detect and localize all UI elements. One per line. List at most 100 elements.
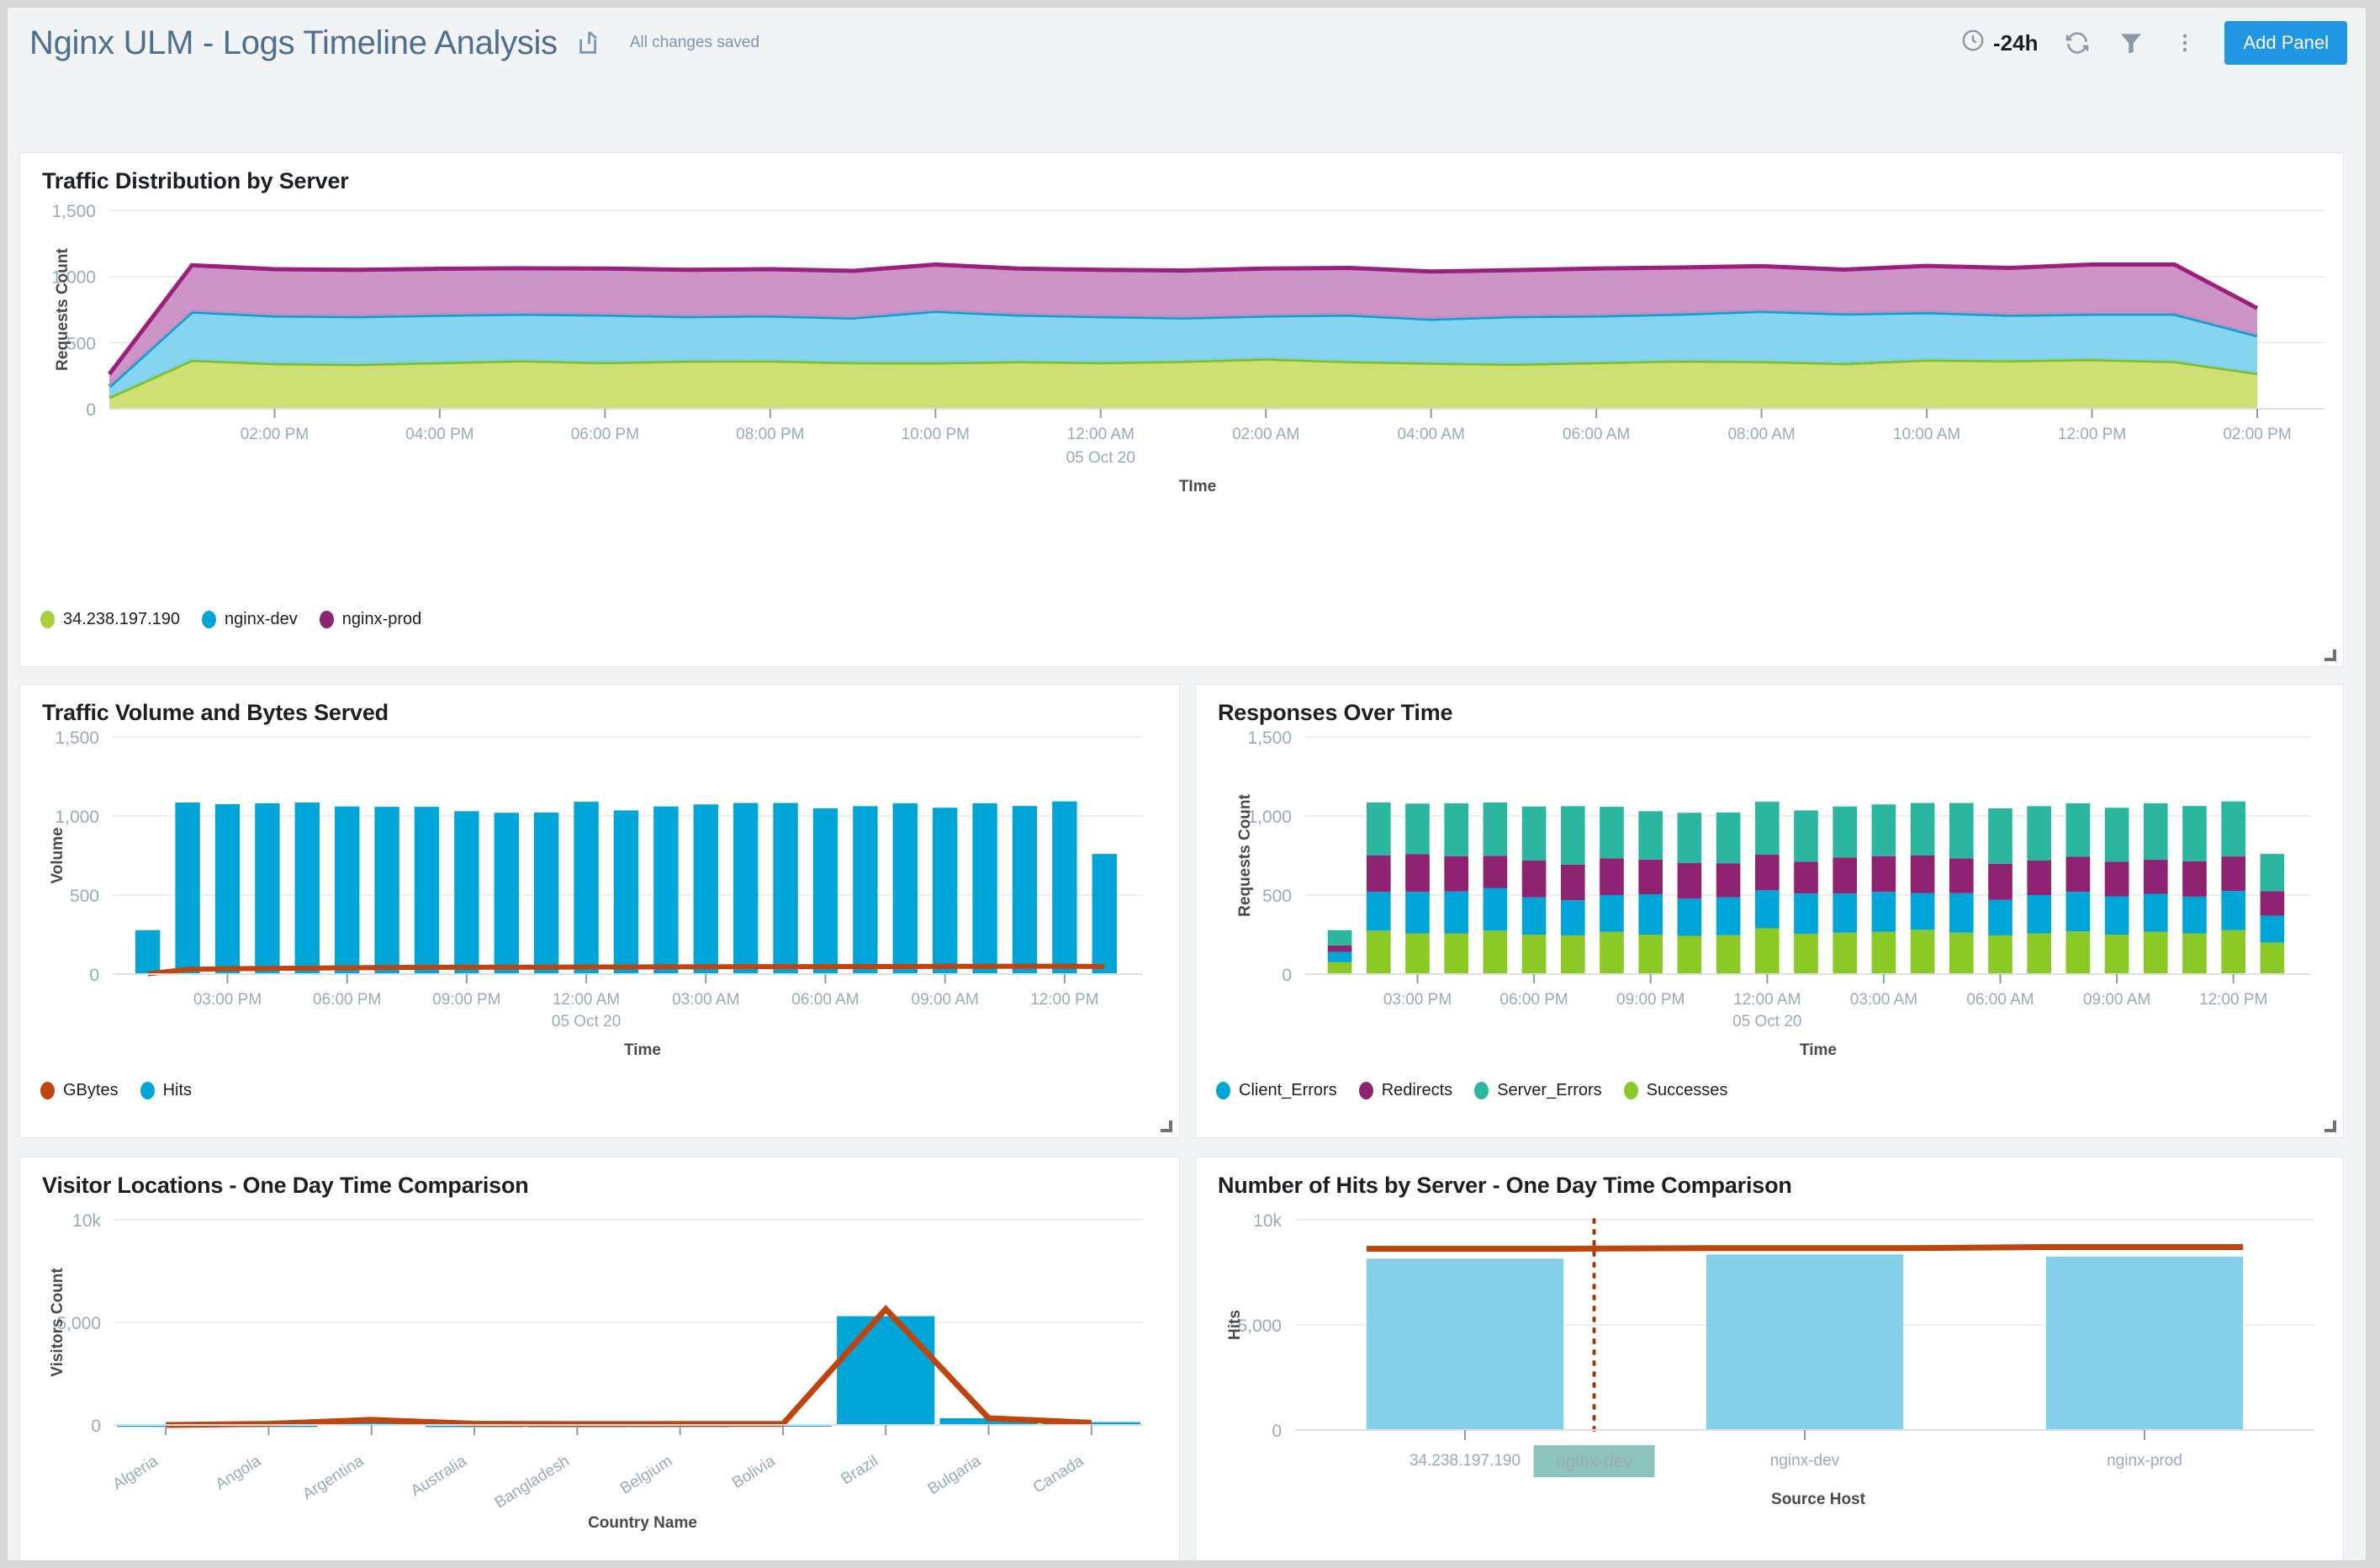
more-vertical-icon[interactable] [2161, 19, 2209, 67]
combo-chart: 05,00010kAlgeria Angola Argentina Australia… [49, 1211, 1143, 1532]
svg-text:34.238.197.190: 34.238.197.190 [1409, 1452, 1521, 1470]
svg-text:06:00 PM: 06:00 PM [1499, 991, 1568, 1009]
svg-text:03:00 AM: 03:00 AM [1850, 991, 1917, 1009]
clock-icon [1960, 28, 1986, 59]
bar-chart: 0 500 1,000 1,500 03:00 PM 06:00 PM 09:00 PM 12… [49, 728, 1143, 1059]
legend-item[interactable]: Successes [1623, 1081, 1728, 1100]
svg-text:Bulgaria: Bulgaria [925, 1452, 985, 1498]
svg-text:10:00 AM: 10:00 AM [1893, 426, 1960, 443]
svg-text:03:00 AM: 03:00 AM [672, 991, 739, 1009]
legend-swatch [1358, 1082, 1373, 1099]
legend-item[interactable]: 34.238.197.190 [40, 610, 180, 629]
time-range-label: -24h [1993, 29, 2039, 56]
svg-text:Bangladesh: Bangladesh [492, 1452, 573, 1512]
header-toolbar: -24h Add Panel [1950, 19, 2347, 67]
panel-traffic-distribution: Traffic Distribution by Server 0 500 1,000… [19, 152, 2344, 667]
panel-resize-handle[interactable] [2321, 1117, 2336, 1132]
time-range-button[interactable]: -24h [1950, 23, 2048, 64]
svg-text:Visitors Count: Visitors Count [49, 1268, 66, 1377]
svg-text:TIme: TIme [1179, 478, 1216, 495]
legend-swatch [319, 611, 334, 628]
svg-text:nginx-dev: nginx-dev [1556, 1452, 1633, 1471]
svg-text:09:00 PM: 09:00 PM [432, 991, 500, 1009]
filter-icon[interactable] [2107, 19, 2155, 67]
page-title: Nginx ULM - Logs Timeline Analysis [29, 24, 558, 61]
svg-text:500: 500 [1262, 887, 1292, 906]
svg-text:Volume: Volume [49, 827, 66, 883]
legend-item[interactable]: Server_Errors [1474, 1081, 1602, 1100]
svg-text:Canada: Canada [1030, 1452, 1087, 1496]
svg-text:04:00 AM: 04:00 AM [1398, 426, 1465, 443]
legend-label: nginx-dev [225, 610, 298, 628]
svg-text:05 Oct 20: 05 Oct 20 [552, 1013, 621, 1030]
save-status: All changes saved [629, 34, 760, 51]
svg-text:Source Host: Source Host [1771, 1491, 1866, 1508]
svg-text:Country Name: Country Name [588, 1514, 697, 1532]
legend-item[interactable]: Redirects [1358, 1081, 1452, 1100]
svg-text:Argentina: Argentina [299, 1452, 367, 1503]
share-icon[interactable] [576, 29, 605, 57]
stacked-bar-chart: 0 500 1,000 1,500 03:00 PM 06:00 PM 09:00 PM 12… [1236, 728, 2310, 1059]
svg-text:12:00 PM: 12:00 PM [2199, 991, 2267, 1009]
svg-text:03:00 PM: 03:00 PM [1383, 991, 1452, 1009]
panel-title: Visitor Locations - One Day Time Compari… [42, 1173, 529, 1198]
svg-text:06:00 PM: 06:00 PM [313, 991, 381, 1009]
svg-text:06:00 AM: 06:00 AM [1966, 991, 2034, 1009]
svg-text:06:00 AM: 06:00 AM [1563, 426, 1630, 443]
panel-title: Number of Hits by Server - One Day Time … [1218, 1173, 1792, 1198]
svg-text:12:00 AM: 12:00 AM [1067, 426, 1134, 443]
legend-item[interactable]: Hits [140, 1081, 192, 1100]
svg-text:0: 0 [86, 400, 96, 420]
legend-swatch [40, 1082, 55, 1099]
svg-text:1,500: 1,500 [1247, 728, 1292, 748]
svg-text:Hits: Hits [1226, 1310, 1244, 1340]
svg-text:1,000: 1,000 [55, 808, 99, 827]
area-chart: 05001,0001,50002:00 PM 04:00 PM 06:00 PM 08… [51, 202, 2324, 495]
legend-label: Successes [1646, 1081, 1728, 1099]
svg-text:12:00 AM: 12:00 AM [553, 991, 620, 1009]
svg-text:08:00 PM: 08:00 PM [736, 426, 804, 443]
svg-text:Requests Count: Requests Count [1236, 793, 1254, 916]
panel-title: Traffic Volume and Bytes Served [42, 700, 389, 725]
add-panel-button[interactable]: Add Panel [2224, 21, 2347, 65]
svg-text:Belgium: Belgium [617, 1452, 675, 1497]
panel-traffic-volume: Traffic Volume and Bytes Served 0 500 1,00… [19, 684, 1180, 1138]
svg-text:06:00 AM: 06:00 AM [791, 991, 859, 1009]
panel-title: Responses Over Time [1218, 700, 1453, 725]
svg-text:500: 500 [70, 887, 99, 906]
svg-text:06:00 PM: 06:00 PM [571, 426, 639, 443]
chart-legend: GBytes Hits [40, 1081, 214, 1100]
legend-item[interactable]: GBytes [40, 1081, 119, 1100]
svg-text:Requests Count: Requests Count [54, 247, 71, 370]
legend-label: nginx-prod [341, 610, 422, 628]
panel-visitor-locations: Visitor Locations - One Day Time Compari… [19, 1157, 1180, 1560]
svg-text:02:00 AM: 02:00 AM [1232, 426, 1299, 443]
svg-text:1,000: 1,000 [1247, 808, 1292, 827]
panel-resize-handle[interactable] [2321, 646, 2336, 661]
refresh-icon[interactable] [2053, 19, 2102, 67]
svg-text:Brazil: Brazil [838, 1452, 881, 1488]
panel-title: Traffic Distribution by Server [42, 168, 349, 193]
svg-text:1,500: 1,500 [51, 202, 96, 221]
legend-item[interactable]: nginx-prod [319, 610, 422, 629]
svg-text:04:00 PM: 04:00 PM [405, 426, 473, 443]
svg-text:12:00 PM: 12:00 PM [1030, 991, 1098, 1009]
svg-text:nginx-dev: nginx-dev [1770, 1452, 1840, 1470]
svg-text:09:00 PM: 09:00 PM [1616, 991, 1685, 1009]
chart-legend: Client_Errors Redirects Server_Errors Su… [1216, 1081, 1749, 1100]
svg-text:02:00 PM: 02:00 PM [2223, 426, 2291, 443]
svg-text:0: 0 [91, 1417, 101, 1436]
legend-label: Server_Errors [1497, 1081, 1602, 1099]
legend-swatch [1623, 1082, 1638, 1099]
svg-text:0: 0 [89, 966, 99, 985]
legend-label: GBytes [63, 1081, 119, 1099]
legend-item[interactable]: nginx-dev [202, 610, 298, 629]
legend-label: Client_Errors [1239, 1081, 1337, 1099]
legend-swatch [40, 611, 55, 628]
legend-swatch [1216, 1082, 1230, 1099]
legend-label: 34.238.197.190 [63, 610, 181, 628]
legend-item[interactable]: Client_Errors [1216, 1081, 1337, 1100]
panel-resize-handle[interactable] [1157, 1117, 1172, 1132]
dashboard-header: Nginx ULM - Logs Timeline Analysis All c… [8, 8, 2366, 78]
svg-text:Bolivia: Bolivia [729, 1452, 779, 1492]
